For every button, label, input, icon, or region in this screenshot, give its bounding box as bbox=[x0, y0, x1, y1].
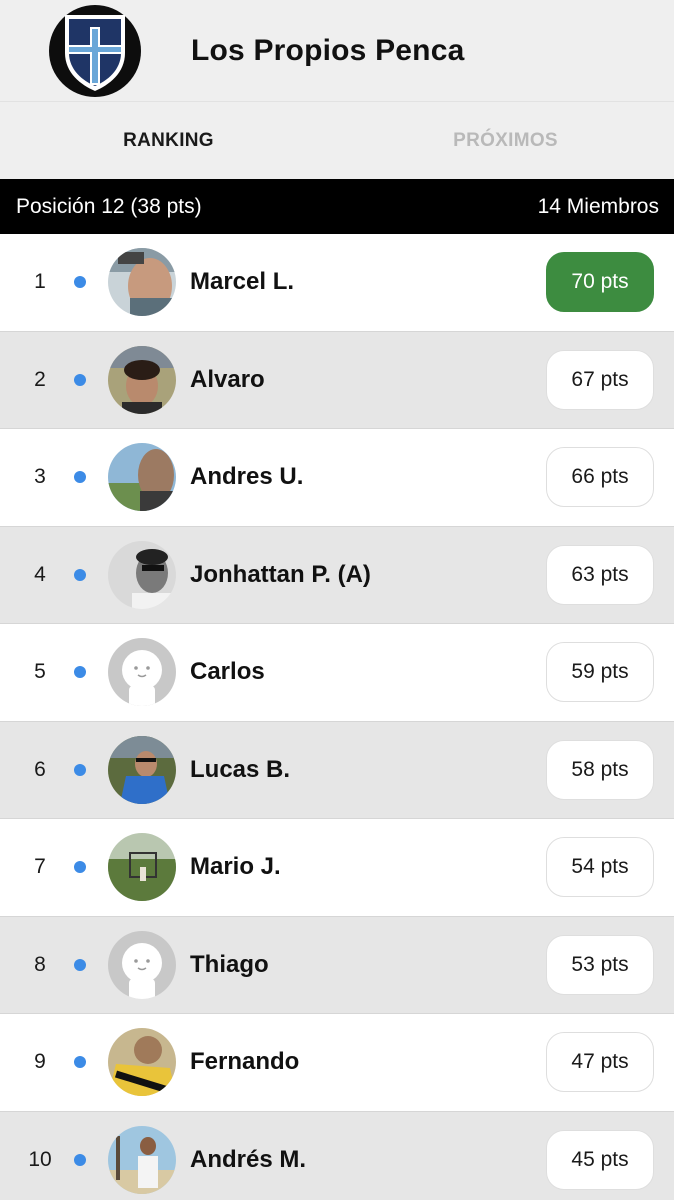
player-name: Lucas B. bbox=[190, 755, 291, 783]
player-name: Mario J. bbox=[190, 853, 281, 881]
rank-position: 5 bbox=[34, 660, 46, 684]
status-dot-icon bbox=[74, 666, 86, 679]
avatar bbox=[108, 1028, 176, 1097]
shield-icon bbox=[65, 14, 125, 91]
rank-position: 10 bbox=[28, 1147, 52, 1171]
rank-position: 3 bbox=[34, 465, 46, 489]
rank-position: 7 bbox=[34, 855, 46, 879]
rank-position: 2 bbox=[34, 367, 46, 391]
avatar bbox=[108, 540, 176, 609]
status-dot-icon bbox=[74, 276, 86, 289]
status-dot-icon bbox=[74, 1153, 86, 1166]
tab-bar: RANKING PRÓXIMOS bbox=[0, 102, 674, 179]
ranking-row[interactable]: 7 Mario J. 54 pts bbox=[0, 819, 674, 917]
rank-position: 4 bbox=[34, 562, 46, 586]
status-dot-icon bbox=[74, 1056, 86, 1069]
rank-position: 6 bbox=[34, 757, 46, 781]
status-dot-icon bbox=[74, 568, 86, 581]
rank-position: 1 bbox=[34, 270, 46, 294]
player-name: Carlos bbox=[190, 658, 265, 686]
status-dot-icon bbox=[74, 471, 86, 484]
ranking-row[interactable]: 1 Marcel L. 70 pts bbox=[0, 234, 674, 332]
player-name: Alvaro bbox=[190, 365, 265, 393]
status-dot-icon bbox=[74, 763, 86, 776]
points-badge: 53 pts bbox=[546, 934, 654, 995]
ranking-row[interactable]: 4 Jonhattan P. (A) 63 pts bbox=[0, 526, 674, 624]
club-logo bbox=[49, 4, 141, 97]
tab-proximos[interactable]: PRÓXIMOS bbox=[337, 102, 674, 179]
points-badge: 67 pts bbox=[546, 349, 654, 410]
ranking-row[interactable]: 5 Carlos 59 pts bbox=[0, 624, 674, 722]
points-badge: 47 pts bbox=[546, 1032, 654, 1093]
points-badge: 54 pts bbox=[546, 837, 654, 898]
status-dot-icon bbox=[74, 861, 86, 874]
avatar-placeholder-icon bbox=[108, 930, 176, 999]
avatar bbox=[108, 1125, 176, 1194]
ranking-row[interactable]: 3 Andres U. 66 pts bbox=[0, 429, 674, 527]
status-dot-icon bbox=[74, 958, 86, 971]
avatar bbox=[108, 248, 176, 317]
rank-position: 8 bbox=[34, 952, 46, 976]
player-name: Andrés M. bbox=[190, 1145, 307, 1173]
avatar-placeholder-icon bbox=[108, 638, 176, 707]
members-count: 14 Miembros bbox=[537, 194, 659, 218]
points-badge: 58 pts bbox=[546, 739, 654, 800]
points-badge: 66 pts bbox=[546, 447, 654, 508]
my-position-text: Posición 12 (38 pts) bbox=[16, 194, 202, 218]
avatar bbox=[108, 443, 176, 512]
player-name: Andres U. bbox=[190, 463, 304, 491]
player-name: Fernando bbox=[190, 1048, 300, 1076]
app-root: Los Propios Penca RANKING PRÓXIMOS Posic… bbox=[0, 0, 674, 1200]
app-title: Los Propios Penca bbox=[191, 33, 465, 67]
ranking-row[interactable]: 9 Fernando 47 pts bbox=[0, 1014, 674, 1112]
ranking-list: 1 Marcel L. 70 pts 2 Alvaro 67 pts 3 And… bbox=[0, 234, 674, 1200]
ranking-row[interactable]: 8 Thiago 53 pts bbox=[0, 916, 674, 1014]
player-name: Thiago bbox=[190, 950, 269, 978]
avatar bbox=[108, 345, 176, 414]
app-header: Los Propios Penca bbox=[0, 0, 674, 102]
ranking-row[interactable]: 6 Lucas B. 58 pts bbox=[0, 721, 674, 819]
rank-position: 9 bbox=[34, 1050, 46, 1074]
points-badge: 59 pts bbox=[546, 642, 654, 703]
points-badge: 63 pts bbox=[546, 544, 654, 605]
player-name: Marcel L. bbox=[190, 268, 295, 296]
status-dot-icon bbox=[74, 373, 86, 386]
tab-ranking[interactable]: RANKING bbox=[0, 102, 337, 179]
ranking-row[interactable]: 10 Andrés M. 45 pts bbox=[0, 1111, 674, 1200]
points-badge: 45 pts bbox=[546, 1129, 654, 1190]
position-summary-bar: Posición 12 (38 pts) 14 Miembros bbox=[0, 179, 674, 234]
player-name: Jonhattan P. (A) bbox=[190, 560, 371, 588]
avatar bbox=[108, 833, 176, 902]
avatar bbox=[108, 735, 176, 804]
ranking-row[interactable]: 2 Alvaro 67 pts bbox=[0, 331, 674, 429]
points-badge: 70 pts bbox=[546, 252, 654, 313]
